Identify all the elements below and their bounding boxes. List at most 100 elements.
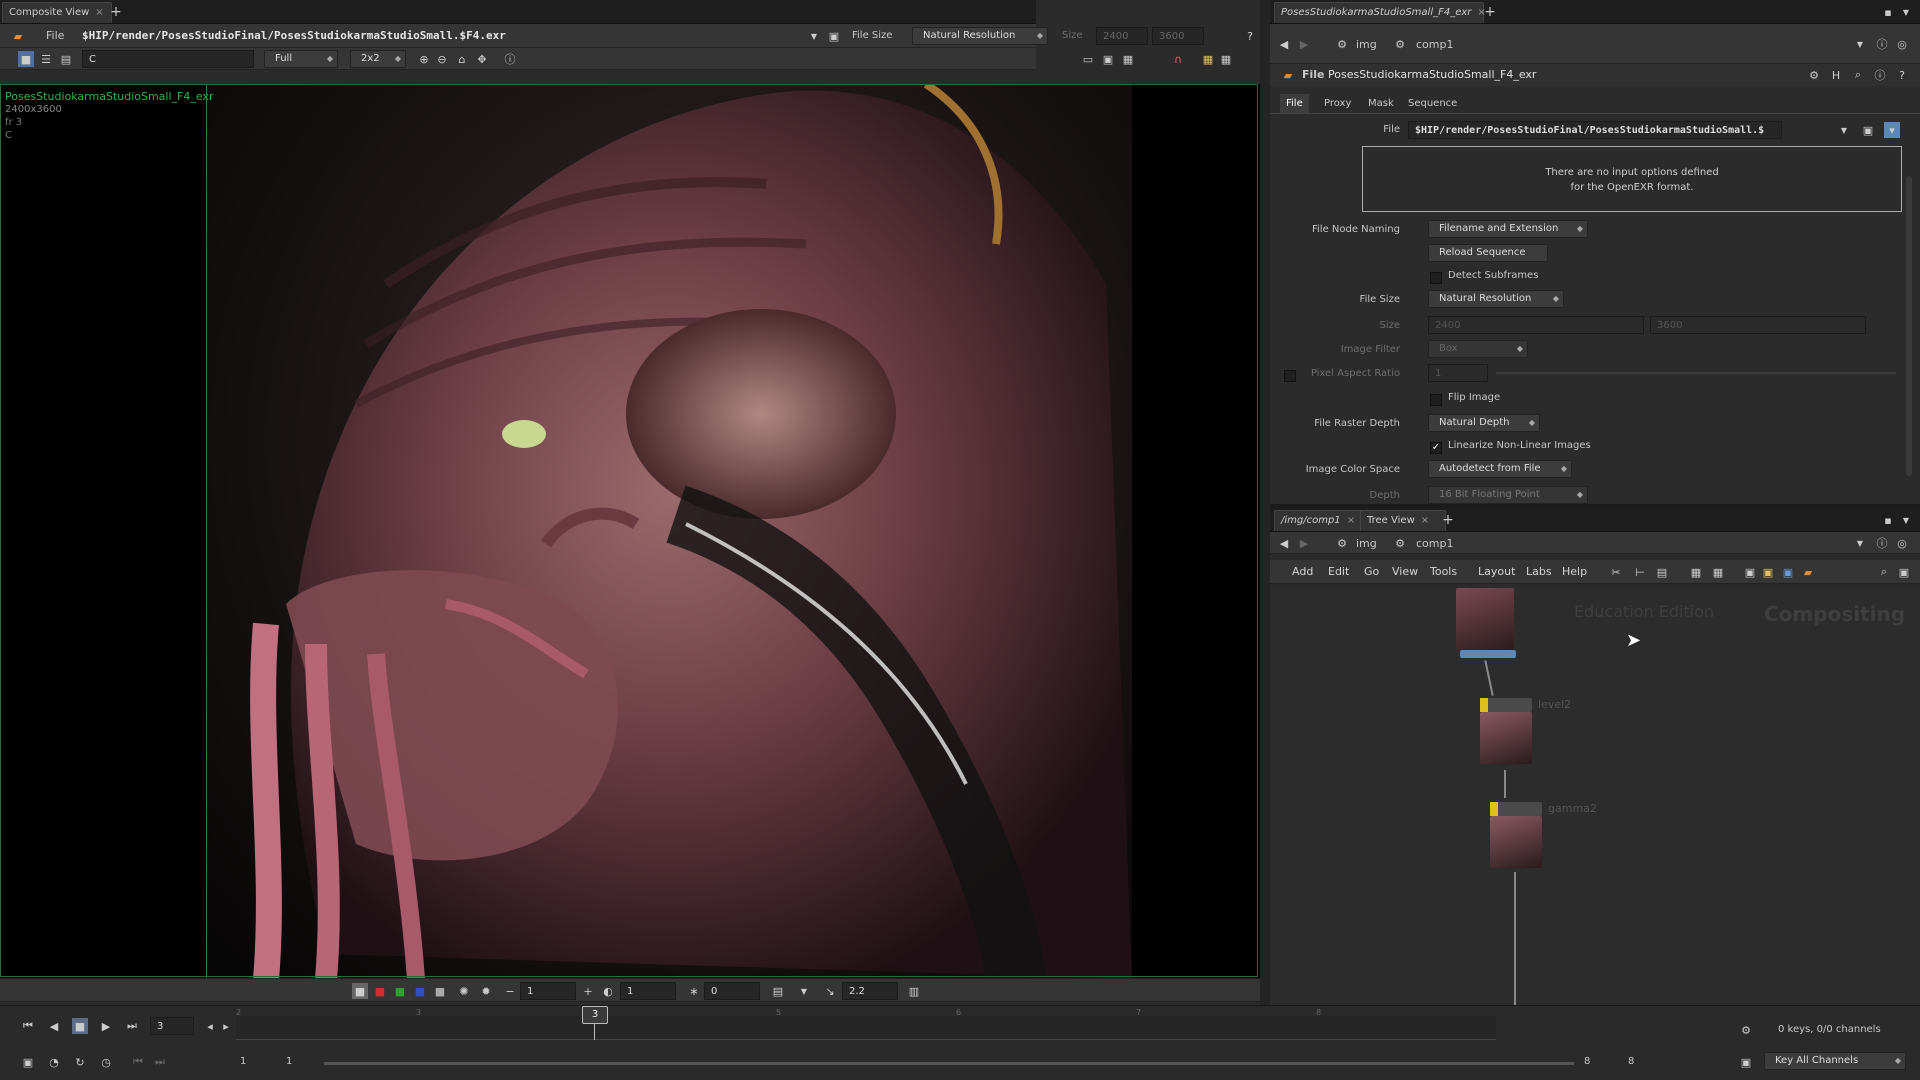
gear-icon[interactable]: ⚙: [1806, 67, 1822, 83]
add-tab-icon[interactable]: +: [1440, 512, 1456, 528]
file-browse-icon[interactable]: ▣: [1860, 122, 1876, 138]
sticky-note-icon[interactable]: ▣: [1742, 564, 1758, 580]
tab-tree-view[interactable]: Tree View ×: [1360, 510, 1446, 531]
gamma-field[interactable]: 2.2: [842, 982, 898, 1000]
resolution-dropdown[interactable]: Natural Resolution ◆: [912, 27, 1048, 45]
network-path-comp[interactable]: comp1: [1416, 537, 1453, 550]
palette-icon[interactable]: ▰: [1800, 564, 1816, 580]
flip-image-checkbox[interactable]: [1430, 394, 1442, 406]
minus-icon[interactable]: −: [502, 983, 518, 999]
network-canvas[interactable]: Education Edition Compositing level2 gam…: [1270, 588, 1920, 1005]
tab-mask[interactable]: Mask: [1362, 94, 1400, 113]
key-all-icon[interactable]: ▣: [1738, 1054, 1754, 1070]
current-frame-field[interactable]: 3: [150, 1017, 194, 1035]
close-icon[interactable]: ×: [1347, 515, 1355, 526]
rgb-icon[interactable]: ■: [352, 983, 368, 999]
info-icon[interactable]: ⓘ: [1872, 67, 1888, 83]
path-comp[interactable]: comp1: [1416, 38, 1453, 51]
tree-icon[interactable]: ⊢: [1632, 564, 1648, 580]
red-channel-icon[interactable]: ■: [372, 983, 388, 999]
guide-icon[interactable]: ▭: [1080, 51, 1096, 67]
audio-icon[interactable]: ◔: [46, 1054, 62, 1070]
range-start-2[interactable]: 1: [286, 1056, 292, 1067]
display-split-icon[interactable]: ☰: [38, 51, 54, 67]
magnet-icon[interactable]: ∩: [1170, 51, 1186, 67]
pane-layout-icon[interactable]: [1210, 4, 1226, 20]
reload-sequence-button[interactable]: Reload Sequence: [1428, 244, 1548, 262]
image-filter-dropdown[interactable]: Box ◆: [1428, 340, 1528, 358]
file-size-icon[interactable]: ▣: [826, 28, 842, 44]
layout-icon[interactable]: ▦: [1218, 51, 1234, 67]
pane-divider[interactable]: [1260, 0, 1270, 1005]
node-level2-header[interactable]: [1480, 698, 1532, 712]
file-size-dropdown[interactable]: Natural Resolution ◆: [1428, 290, 1564, 308]
tab-network[interactable]: /img/comp1 ×: [1274, 510, 1366, 531]
size-height-field[interactable]: 3600: [1650, 316, 1866, 334]
exposure-icon[interactable]: ✹: [478, 983, 494, 999]
blue-channel-icon[interactable]: ■: [412, 983, 428, 999]
play-icon[interactable]: ▶: [98, 1018, 114, 1034]
playhead-marker[interactable]: 3: [582, 1006, 608, 1024]
forward-arrow-icon[interactable]: ▶: [1296, 36, 1312, 52]
file-path-field[interactable]: $HIP/render/PosesStudioFinal/PosesStudio…: [1408, 121, 1782, 139]
next-key-icon[interactable]: ▸: [218, 1018, 234, 1034]
step-back-icon[interactable]: ◀: [46, 1018, 62, 1034]
file-menu[interactable]: File: [46, 29, 64, 42]
size-width-field[interactable]: 2400: [1096, 27, 1148, 45]
range-start-icon[interactable]: ⏮: [130, 1054, 146, 1070]
help-node-icon[interactable]: H: [1828, 67, 1844, 83]
list-icon[interactable]: ▤: [1654, 564, 1670, 580]
size-width-field[interactable]: 2400: [1428, 316, 1644, 334]
scale-dropdown[interactable]: Full ◆: [264, 50, 338, 68]
help-icon[interactable]: ?: [1242, 28, 1258, 44]
image-color-space-dropdown[interactable]: Autodetect from File ◆: [1428, 460, 1572, 478]
add-tab-icon[interactable]: +: [108, 4, 124, 20]
timer-icon[interactable]: ◷: [98, 1054, 114, 1070]
timeline-track[interactable]: [236, 1016, 1496, 1040]
depth-dropdown[interactable]: 16 Bit Floating Point ◆: [1428, 486, 1588, 504]
pane-menu-icon[interactable]: ▪: [1880, 512, 1896, 528]
node-file-flag[interactable]: [1460, 650, 1516, 658]
size-height-field[interactable]: 3600: [1152, 27, 1204, 45]
viewer-canvas[interactable]: PosesStudiokarmaStudioSmall_F4_exr 2400x…: [0, 84, 1260, 979]
pixel-aspect-field[interactable]: 1: [1428, 364, 1488, 382]
viewer-menu-icon[interactable]: ▰: [10, 28, 26, 44]
file-expand-icon[interactable]: ▾: [1884, 122, 1900, 138]
range-end-2[interactable]: 8: [1628, 1056, 1634, 1067]
menu-go[interactable]: Go: [1364, 562, 1379, 582]
contrast-field[interactable]: 1: [620, 982, 676, 1000]
range-slider[interactable]: [324, 1062, 1574, 1065]
link-icon[interactable]: ◎: [1894, 36, 1910, 52]
menu-labs[interactable]: Labs: [1526, 562, 1552, 582]
node-name[interactable]: PosesStudiokarmaStudioSmall_F4_exr: [1328, 68, 1536, 81]
menu-layout[interactable]: Layout: [1478, 562, 1515, 582]
display-mode-icon[interactable]: ■: [18, 51, 34, 67]
key-all-channels-button[interactable]: Key All Channels ◆: [1764, 1052, 1906, 1070]
tab-composite-view[interactable]: Composite View ×: [2, 2, 112, 23]
zoom-out-icon[interactable]: ⊖: [434, 51, 450, 67]
menu-add[interactable]: Add: [1292, 562, 1313, 582]
menu-help[interactable]: Help: [1562, 562, 1587, 582]
alpha-channel-icon[interactable]: ■: [432, 983, 448, 999]
grid-alt-icon[interactable]: ▦: [1710, 564, 1726, 580]
contrast-icon[interactable]: ◐: [600, 983, 616, 999]
plus-icon[interactable]: +: [580, 983, 596, 999]
pane-dropdown-icon[interactable]: ▼: [1898, 4, 1914, 20]
pane-menu-icon[interactable]: ▪: [1880, 4, 1896, 20]
range-end[interactable]: 8: [1584, 1056, 1590, 1067]
linearize-checkbox[interactable]: ✓: [1430, 442, 1442, 454]
search-icon[interactable]: ⌕: [1850, 67, 1866, 83]
add-tab-icon[interactable]: +: [1482, 4, 1498, 20]
display-compare-icon[interactable]: ▤: [58, 51, 74, 67]
overlay-icon[interactable]: ▣: [1100, 51, 1116, 67]
menu-edit[interactable]: Edit: [1328, 562, 1349, 582]
tab-file[interactable]: File: [1280, 94, 1309, 113]
loop-icon[interactable]: ↻: [72, 1054, 88, 1070]
pin-icon[interactable]: ⓘ: [1874, 535, 1890, 551]
cut-icon[interactable]: ✂: [1608, 564, 1624, 580]
path-dropdown-icon[interactable]: ▼: [1852, 36, 1868, 52]
note-icon[interactable]: ▣: [1760, 564, 1776, 580]
search-icon[interactable]: ⌕: [1876, 564, 1892, 580]
realtime-icon[interactable]: ▣: [20, 1054, 36, 1070]
path-img[interactable]: img: [1356, 38, 1377, 51]
